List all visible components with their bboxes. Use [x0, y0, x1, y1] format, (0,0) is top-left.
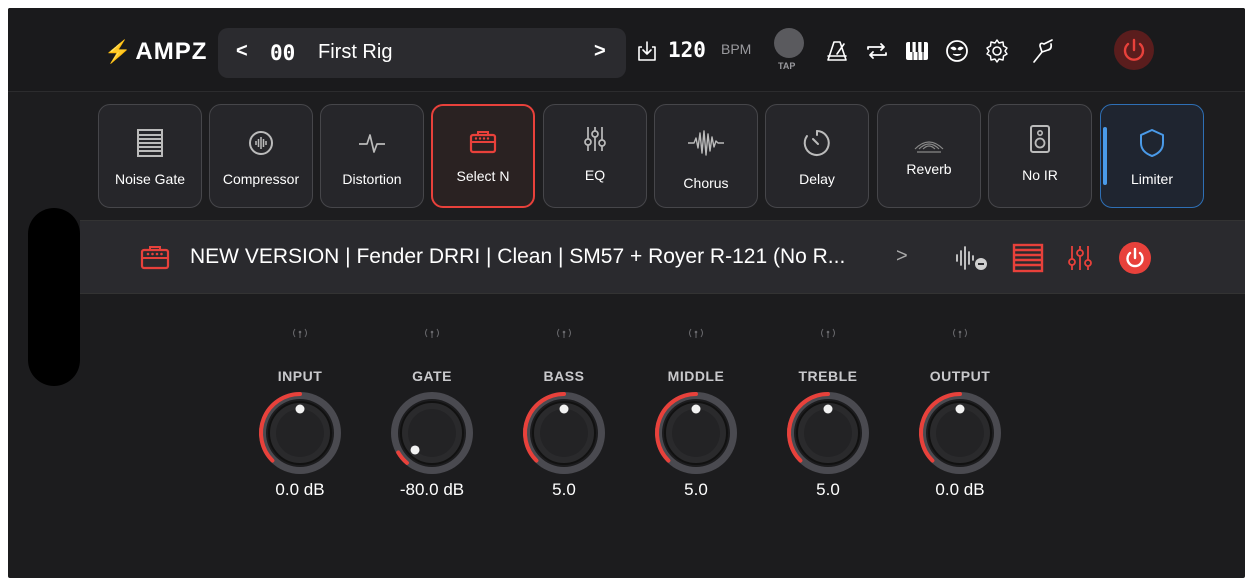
- reverb-icon: [914, 141, 944, 153]
- fx-limiter[interactable]: Limiter: [1100, 104, 1204, 208]
- fx-label: Distortion: [342, 171, 402, 187]
- knob-value: 5.0: [684, 480, 708, 499]
- knob-dial[interactable]: [387, 388, 477, 478]
- logo-text: AMPZ: [135, 38, 208, 65]
- amp-icon: [469, 131, 497, 154]
- bolt-icon: ⚡: [104, 39, 132, 64]
- fx-reverb[interactable]: Reverb: [877, 104, 981, 208]
- gear-icon[interactable]: [984, 38, 1010, 64]
- bpm-value[interactable]: 120: [668, 38, 706, 62]
- knob-value: 5.0: [552, 480, 576, 499]
- metronome-icon[interactable]: [824, 38, 850, 64]
- knob-treble[interactable]: TREBLE 5.0: [768, 326, 888, 506]
- fx-compressor[interactable]: Compressor: [209, 104, 313, 208]
- shield-icon: [1140, 129, 1164, 157]
- fx-label: Chorus: [683, 175, 729, 191]
- piano-icon[interactable]: [904, 38, 930, 64]
- waveform-minus-icon[interactable]: [954, 243, 990, 273]
- amp-model-title[interactable]: NEW VERSION | Fender DRRI | Clean | SM57…: [190, 245, 845, 269]
- fx-amp-selected[interactable]: Select N: [431, 104, 535, 208]
- knob-indicator: [559, 404, 569, 414]
- antenna-icon: [425, 328, 439, 338]
- antenna-icon: [821, 328, 835, 338]
- distortion-icon: [359, 134, 385, 153]
- bpm-unit: BPM: [721, 41, 752, 57]
- knob-value: 0.0 dB: [275, 480, 325, 499]
- knob-label: GATE: [412, 368, 452, 384]
- fx-label: No IR: [1022, 167, 1058, 183]
- rig-selector[interactable]: < 00 First Rig >: [218, 28, 626, 78]
- fx-distortion[interactable]: Distortion: [320, 104, 424, 208]
- tap-label: TAP: [778, 61, 796, 71]
- knob-gate[interactable]: GATE -80.0 dB: [372, 326, 492, 506]
- tuner-icon[interactable]: [1030, 38, 1056, 64]
- fx-label: EQ: [584, 167, 606, 183]
- knob-indicator: [823, 404, 833, 414]
- knob-value: 5.0: [816, 480, 840, 499]
- knob-dial[interactable]: [255, 388, 345, 478]
- knob-input[interactable]: INPUT 0.0 dB: [240, 326, 360, 506]
- app-screen: ⚡ AMPZ < 00 First Rig > 120 BPM TAP Nois…: [8, 8, 1245, 578]
- side-drag-handle[interactable]: [28, 208, 80, 386]
- compressor-icon: [249, 131, 273, 155]
- antenna-icon: [689, 328, 703, 338]
- effects-chain: Noise Gate Compressor Distortion Select …: [8, 92, 1245, 220]
- antenna-icon: [557, 328, 571, 338]
- fx-eq[interactable]: EQ: [543, 104, 647, 208]
- knob-value: 0.0 dB: [935, 480, 985, 499]
- fx-delay[interactable]: Delay: [765, 104, 869, 208]
- knob-dial[interactable]: [915, 388, 1005, 478]
- knob-value: -80.0 dB: [399, 480, 465, 499]
- knob-dial[interactable]: [783, 388, 873, 478]
- fx-label: Noise Gate: [114, 171, 186, 187]
- loop-icon[interactable]: [864, 38, 890, 64]
- knob-label: MIDDLE: [667, 368, 725, 384]
- noise-gate-icon: [137, 129, 163, 157]
- speaker-icon: [1030, 125, 1050, 153]
- fx-label: Reverb: [906, 161, 952, 177]
- rig-name: First Rig: [318, 41, 393, 63]
- power-icon: [1123, 38, 1145, 61]
- tap-tempo-button[interactable]: [774, 28, 804, 58]
- fx-noise-gate[interactable]: Noise Gate: [98, 104, 202, 208]
- fx-chorus[interactable]: Chorus: [654, 104, 758, 208]
- knob-indicator: [410, 445, 420, 455]
- antenna-icon: [293, 328, 307, 338]
- chorus-wave-icon: [688, 130, 724, 156]
- antenna-icon: [953, 328, 967, 338]
- knob-bass[interactable]: BASS 5.0: [504, 326, 624, 506]
- knob-middle[interactable]: MIDDLE 5.0: [636, 326, 756, 506]
- mask-icon[interactable]: [944, 38, 970, 64]
- next-rig-button[interactable]: >: [594, 40, 606, 63]
- fx-label: Select N: [456, 168, 510, 184]
- app-logo: ⚡ AMPZ: [104, 38, 207, 66]
- knob-dial[interactable]: [519, 388, 609, 478]
- fx-label: Limiter: [1130, 171, 1173, 187]
- eq-sliders-icon: [584, 127, 606, 151]
- fx-label: Compressor: [222, 171, 300, 187]
- knob-label: BASS: [543, 368, 585, 384]
- knob-indicator: [691, 404, 701, 414]
- noise-gate-icon[interactable]: [1012, 243, 1044, 273]
- knob-label: INPUT: [277, 368, 323, 384]
- chevron-right-icon[interactable]: >: [896, 245, 908, 268]
- eq-sliders-icon[interactable]: [1066, 243, 1094, 273]
- rig-number: 00: [270, 41, 296, 65]
- delay-timer-icon: [803, 130, 830, 156]
- fx-no-ir[interactable]: No IR: [988, 104, 1092, 208]
- top-bar: ⚡ AMPZ < 00 First Rig > 120 BPM TAP: [8, 8, 1245, 92]
- knob-indicator: [955, 404, 965, 414]
- prev-rig-button[interactable]: <: [236, 40, 248, 63]
- global-power-button[interactable]: [1114, 30, 1154, 70]
- knob-indicator: [295, 404, 305, 414]
- knob-output[interactable]: OUTPUT 0.0 dB: [900, 326, 1020, 506]
- knob-label: OUTPUT: [929, 368, 991, 384]
- knob-dial[interactable]: [651, 388, 741, 478]
- fx-label: Delay: [799, 171, 835, 187]
- amp-power-button[interactable]: [1118, 241, 1152, 275]
- amp-icon: [140, 246, 170, 270]
- download-icon[interactable]: [636, 39, 658, 63]
- amp-header: NEW VERSION | Fender DRRI | Clean | SM57…: [80, 220, 1245, 294]
- knob-label: TREBLE: [798, 368, 858, 384]
